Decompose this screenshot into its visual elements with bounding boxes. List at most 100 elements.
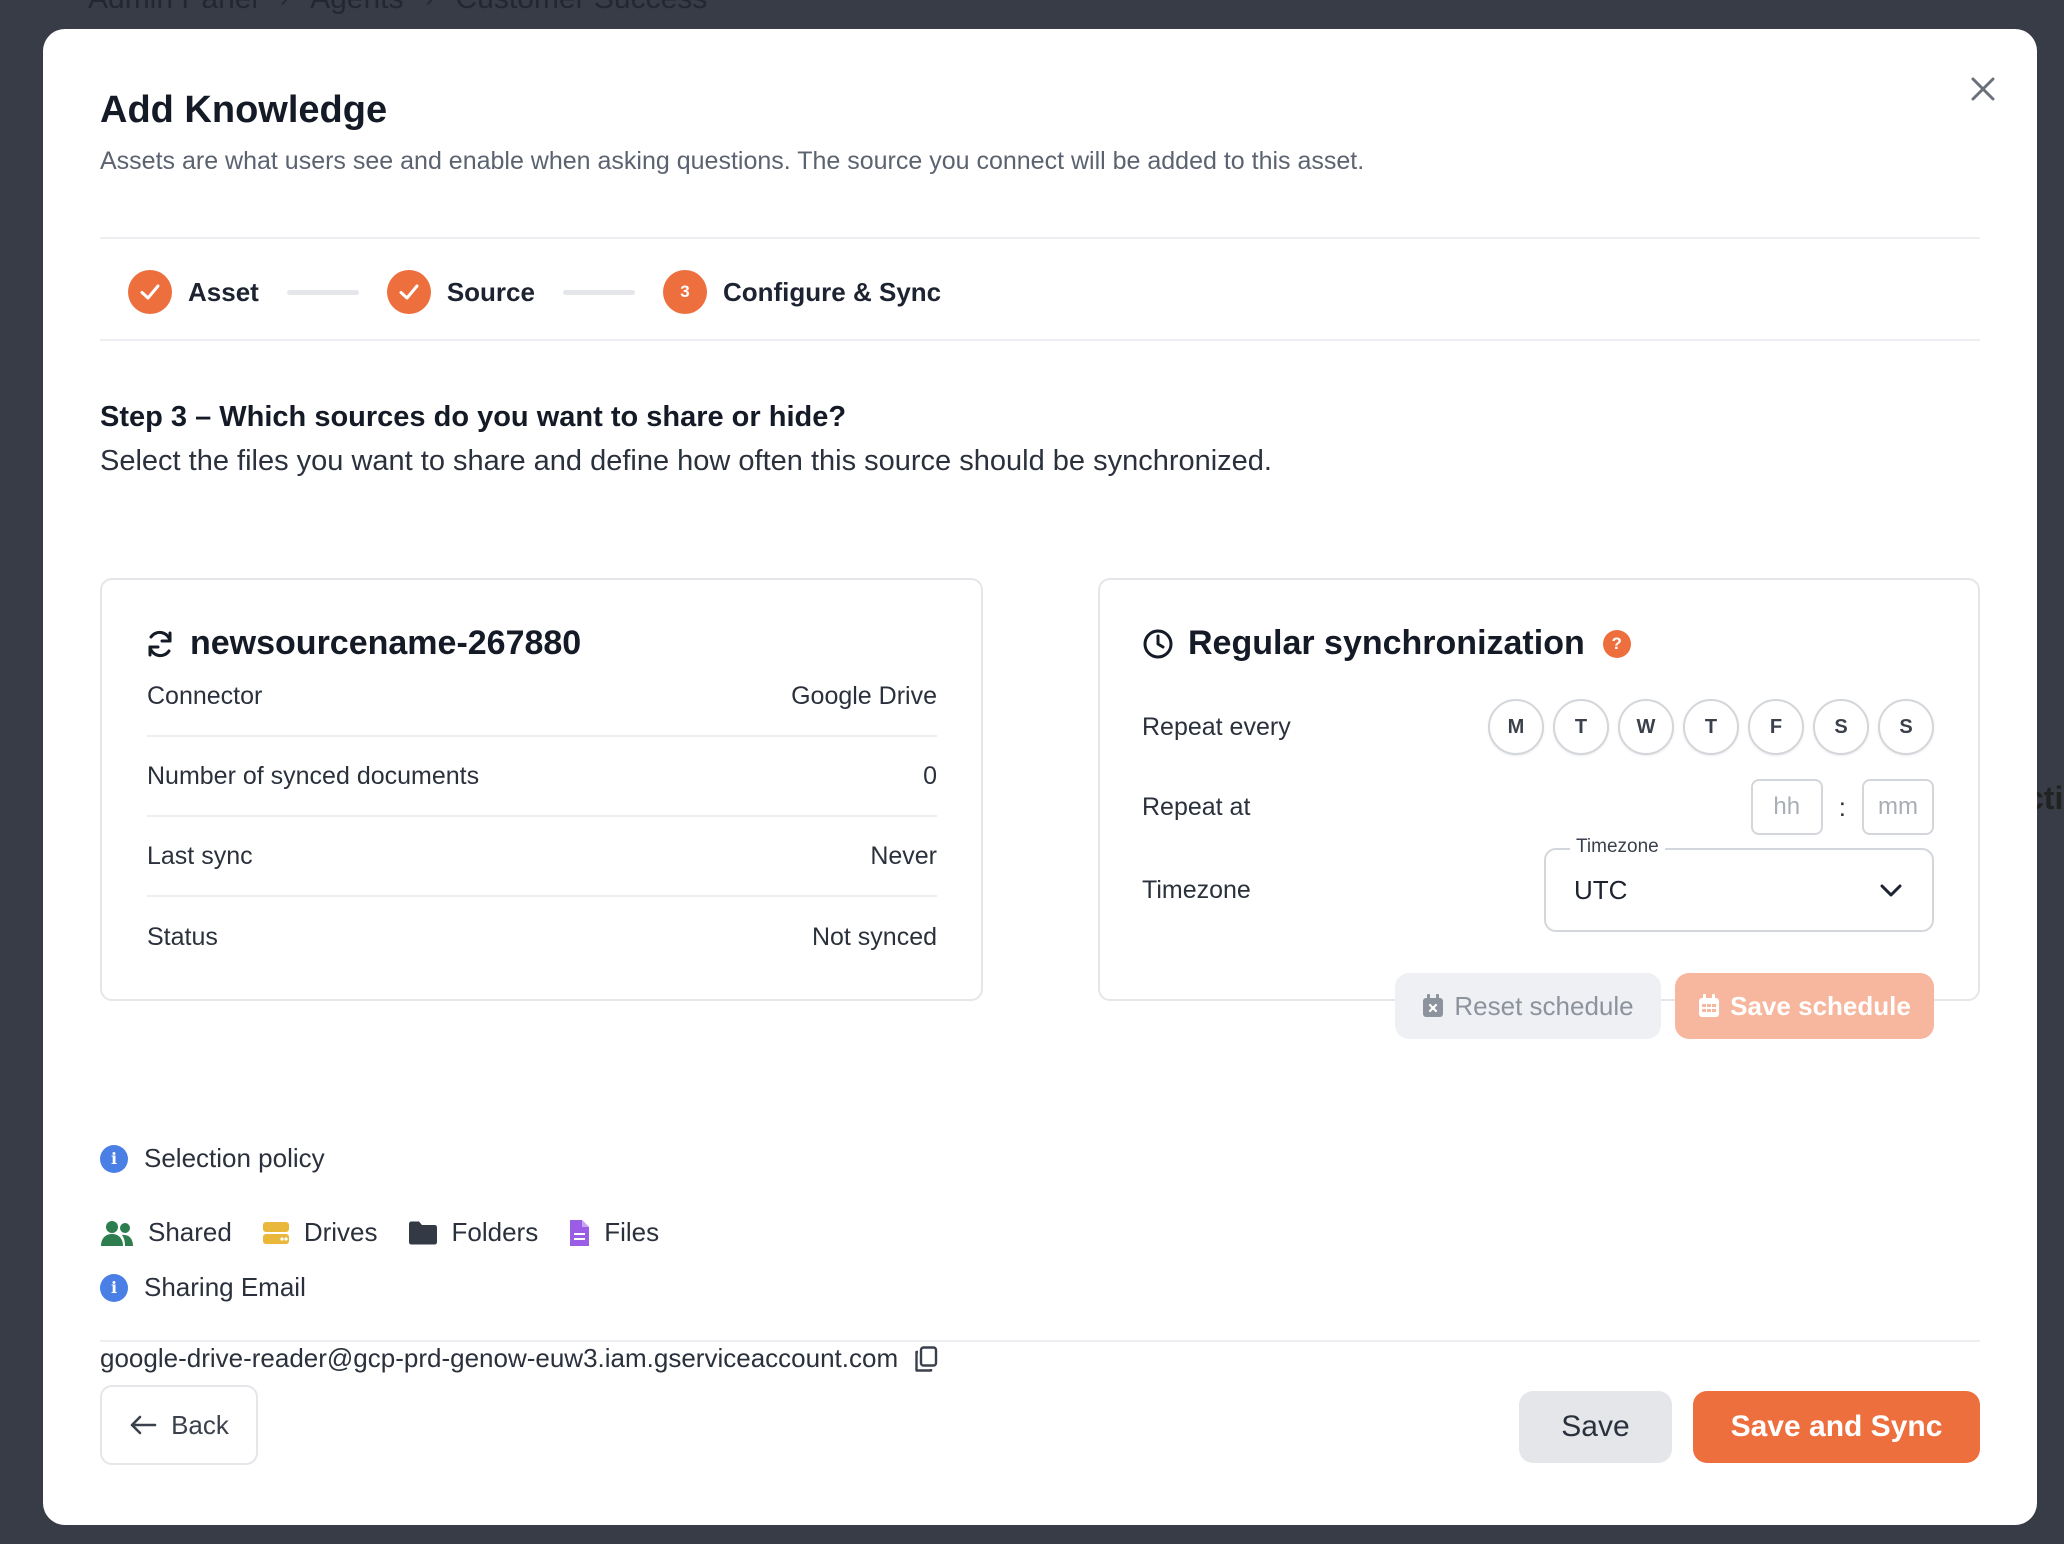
- step-question-title: Step 3 – Which sources do you want to sh…: [100, 401, 847, 433]
- info-icon: i: [100, 1144, 128, 1173]
- modal-title: Add Knowledge: [100, 89, 388, 131]
- day-saturday[interactable]: S: [1813, 699, 1869, 755]
- users-icon: [101, 1220, 133, 1246]
- save-schedule-label: Save schedule: [1730, 990, 1911, 1021]
- divider: [100, 237, 1980, 239]
- chevron-down-icon: [1880, 884, 1902, 897]
- arrow-left-icon: [130, 1415, 157, 1435]
- info-key: Number of synced documents: [147, 761, 480, 790]
- info-row-documents: Number of synced documents 0: [147, 737, 937, 817]
- reset-schedule-button[interactable]: Reset schedule: [1395, 973, 1661, 1039]
- breadcrumb-item: Customer Success: [456, 0, 708, 16]
- sharing-email-title: Sharing Email: [144, 1272, 306, 1302]
- check-icon: [386, 270, 431, 314]
- divider: [100, 1340, 1980, 1342]
- info-key: Connector: [147, 681, 263, 710]
- timezone-row: Timezone Timezone UTC: [1142, 836, 1934, 932]
- policy-item-drives: Drives: [262, 1217, 378, 1248]
- schedule-actions: Reset schedule Save schedule: [1395, 973, 1934, 1039]
- sharing-email-address: google-drive-reader@gcp-prd-genow-euw3.i…: [100, 1343, 899, 1373]
- step-label: Source: [446, 276, 535, 307]
- chevron-right-icon: ›: [426, 0, 434, 13]
- repeat-every-row: Repeat every M T W T F S S: [1142, 697, 1934, 757]
- day-wednesday[interactable]: W: [1618, 699, 1674, 755]
- drive-icon: [262, 1221, 289, 1244]
- calendar-x-icon: [1423, 994, 1444, 1017]
- modal-subtitle: Assets are what users see and enable whe…: [100, 147, 1365, 175]
- add-knowledge-modal: Add Knowledge Assets are what users see …: [43, 29, 2037, 1525]
- close-icon: [1971, 77, 1995, 101]
- policy-item-label: Folders: [451, 1217, 539, 1247]
- close-button[interactable]: [1963, 69, 2003, 109]
- source-card: newsourcename-267880 Connector Google Dr…: [100, 578, 983, 1001]
- selection-policy-items: Shared Drives Folders Files: [100, 1217, 659, 1248]
- info-row-status: Status Not synced: [147, 897, 937, 977]
- background-breadcrumb: Admin Panel › Agents › Customer Success: [88, 0, 707, 16]
- calendar-icon: [1699, 994, 1720, 1017]
- info-value: 0: [923, 761, 937, 790]
- help-icon[interactable]: ?: [1602, 629, 1631, 658]
- folder-icon: [408, 1221, 437, 1244]
- minute-input[interactable]: mm: [1862, 779, 1934, 835]
- sharing-email-header: i Sharing Email: [100, 1272, 306, 1303]
- step-asset[interactable]: Asset: [128, 270, 259, 314]
- copy-icon[interactable]: [914, 1345, 938, 1372]
- policy-item-folders: Folders: [408, 1217, 539, 1248]
- file-icon: [570, 1219, 590, 1246]
- repeat-at-label: Repeat at: [1142, 792, 1251, 821]
- info-value: Google Drive: [791, 681, 937, 710]
- check-icon: [128, 270, 172, 314]
- info-row-connector: Connector Google Drive: [147, 657, 937, 737]
- reset-schedule-label: Reset schedule: [1454, 990, 1634, 1021]
- timezone-select[interactable]: Timezone UTC: [1544, 836, 1934, 932]
- back-button[interactable]: Back: [100, 1385, 258, 1465]
- info-value: Never: [870, 841, 937, 870]
- policy-item-label: Files: [604, 1217, 660, 1247]
- stepper: Asset Source 3 Configure & Sync: [128, 267, 941, 317]
- step-label: Configure & Sync: [722, 276, 942, 307]
- selection-policy-header: i Selection policy: [100, 1143, 325, 1174]
- info-key: Last sync: [147, 841, 253, 870]
- chevron-right-icon: ›: [280, 0, 288, 13]
- repeat-every-label: Repeat every: [1142, 712, 1291, 741]
- info-key: Status: [147, 922, 218, 951]
- step-label: Asset: [188, 276, 259, 307]
- step-configure-sync: 3 Configure & Sync: [662, 270, 942, 314]
- timezone-legend: Timezone: [1570, 836, 1665, 858]
- info-icon: i: [100, 1273, 128, 1302]
- repeat-at-row: Repeat at hh : mm: [1142, 777, 1934, 837]
- sharing-email-row: google-drive-reader@gcp-prd-genow-euw3.i…: [100, 1343, 938, 1374]
- breadcrumb-item: Admin Panel: [88, 0, 258, 16]
- save-and-sync-button[interactable]: Save and Sync: [1693, 1391, 1980, 1463]
- clock-icon: [1143, 629, 1173, 658]
- info-value: Not synced: [811, 922, 937, 951]
- time-separator: :: [1838, 791, 1846, 822]
- policy-item-shared: Shared: [100, 1217, 232, 1248]
- day-sunday[interactable]: S: [1878, 699, 1934, 755]
- day-monday[interactable]: M: [1488, 699, 1544, 755]
- day-picker: M T W T F S S: [1488, 699, 1934, 755]
- step-source[interactable]: Source: [386, 270, 535, 314]
- back-label: Back: [171, 1409, 229, 1440]
- sync-card: Regular synchronization ? Repeat every M…: [1098, 578, 1980, 1039]
- policy-item-files: Files: [568, 1217, 659, 1248]
- day-tuesday[interactable]: T: [1553, 699, 1609, 755]
- refresh-icon: [148, 630, 172, 657]
- step-number: 3: [662, 270, 707, 314]
- save-schedule-button[interactable]: Save schedule: [1675, 973, 1934, 1039]
- hour-input[interactable]: hh: [1750, 779, 1823, 835]
- save-button[interactable]: Save: [1519, 1391, 1672, 1463]
- policy-item-label: Shared: [148, 1217, 232, 1247]
- selection-policy-title: Selection policy: [144, 1143, 325, 1173]
- policy-item-label: Drives: [303, 1217, 378, 1247]
- day-thursday[interactable]: T: [1683, 699, 1739, 755]
- sync-card-header: Regular synchronization ?: [1142, 624, 1631, 663]
- divider: [100, 339, 1980, 341]
- step-connector: [562, 289, 635, 295]
- timezone-value: UTC: [1574, 874, 1628, 905]
- day-friday[interactable]: F: [1748, 699, 1804, 755]
- timezone-label: Timezone: [1142, 875, 1251, 904]
- info-row-last-sync: Last sync Never: [147, 817, 937, 897]
- step-connector: [286, 289, 359, 295]
- time-input: hh : mm: [1750, 779, 1934, 835]
